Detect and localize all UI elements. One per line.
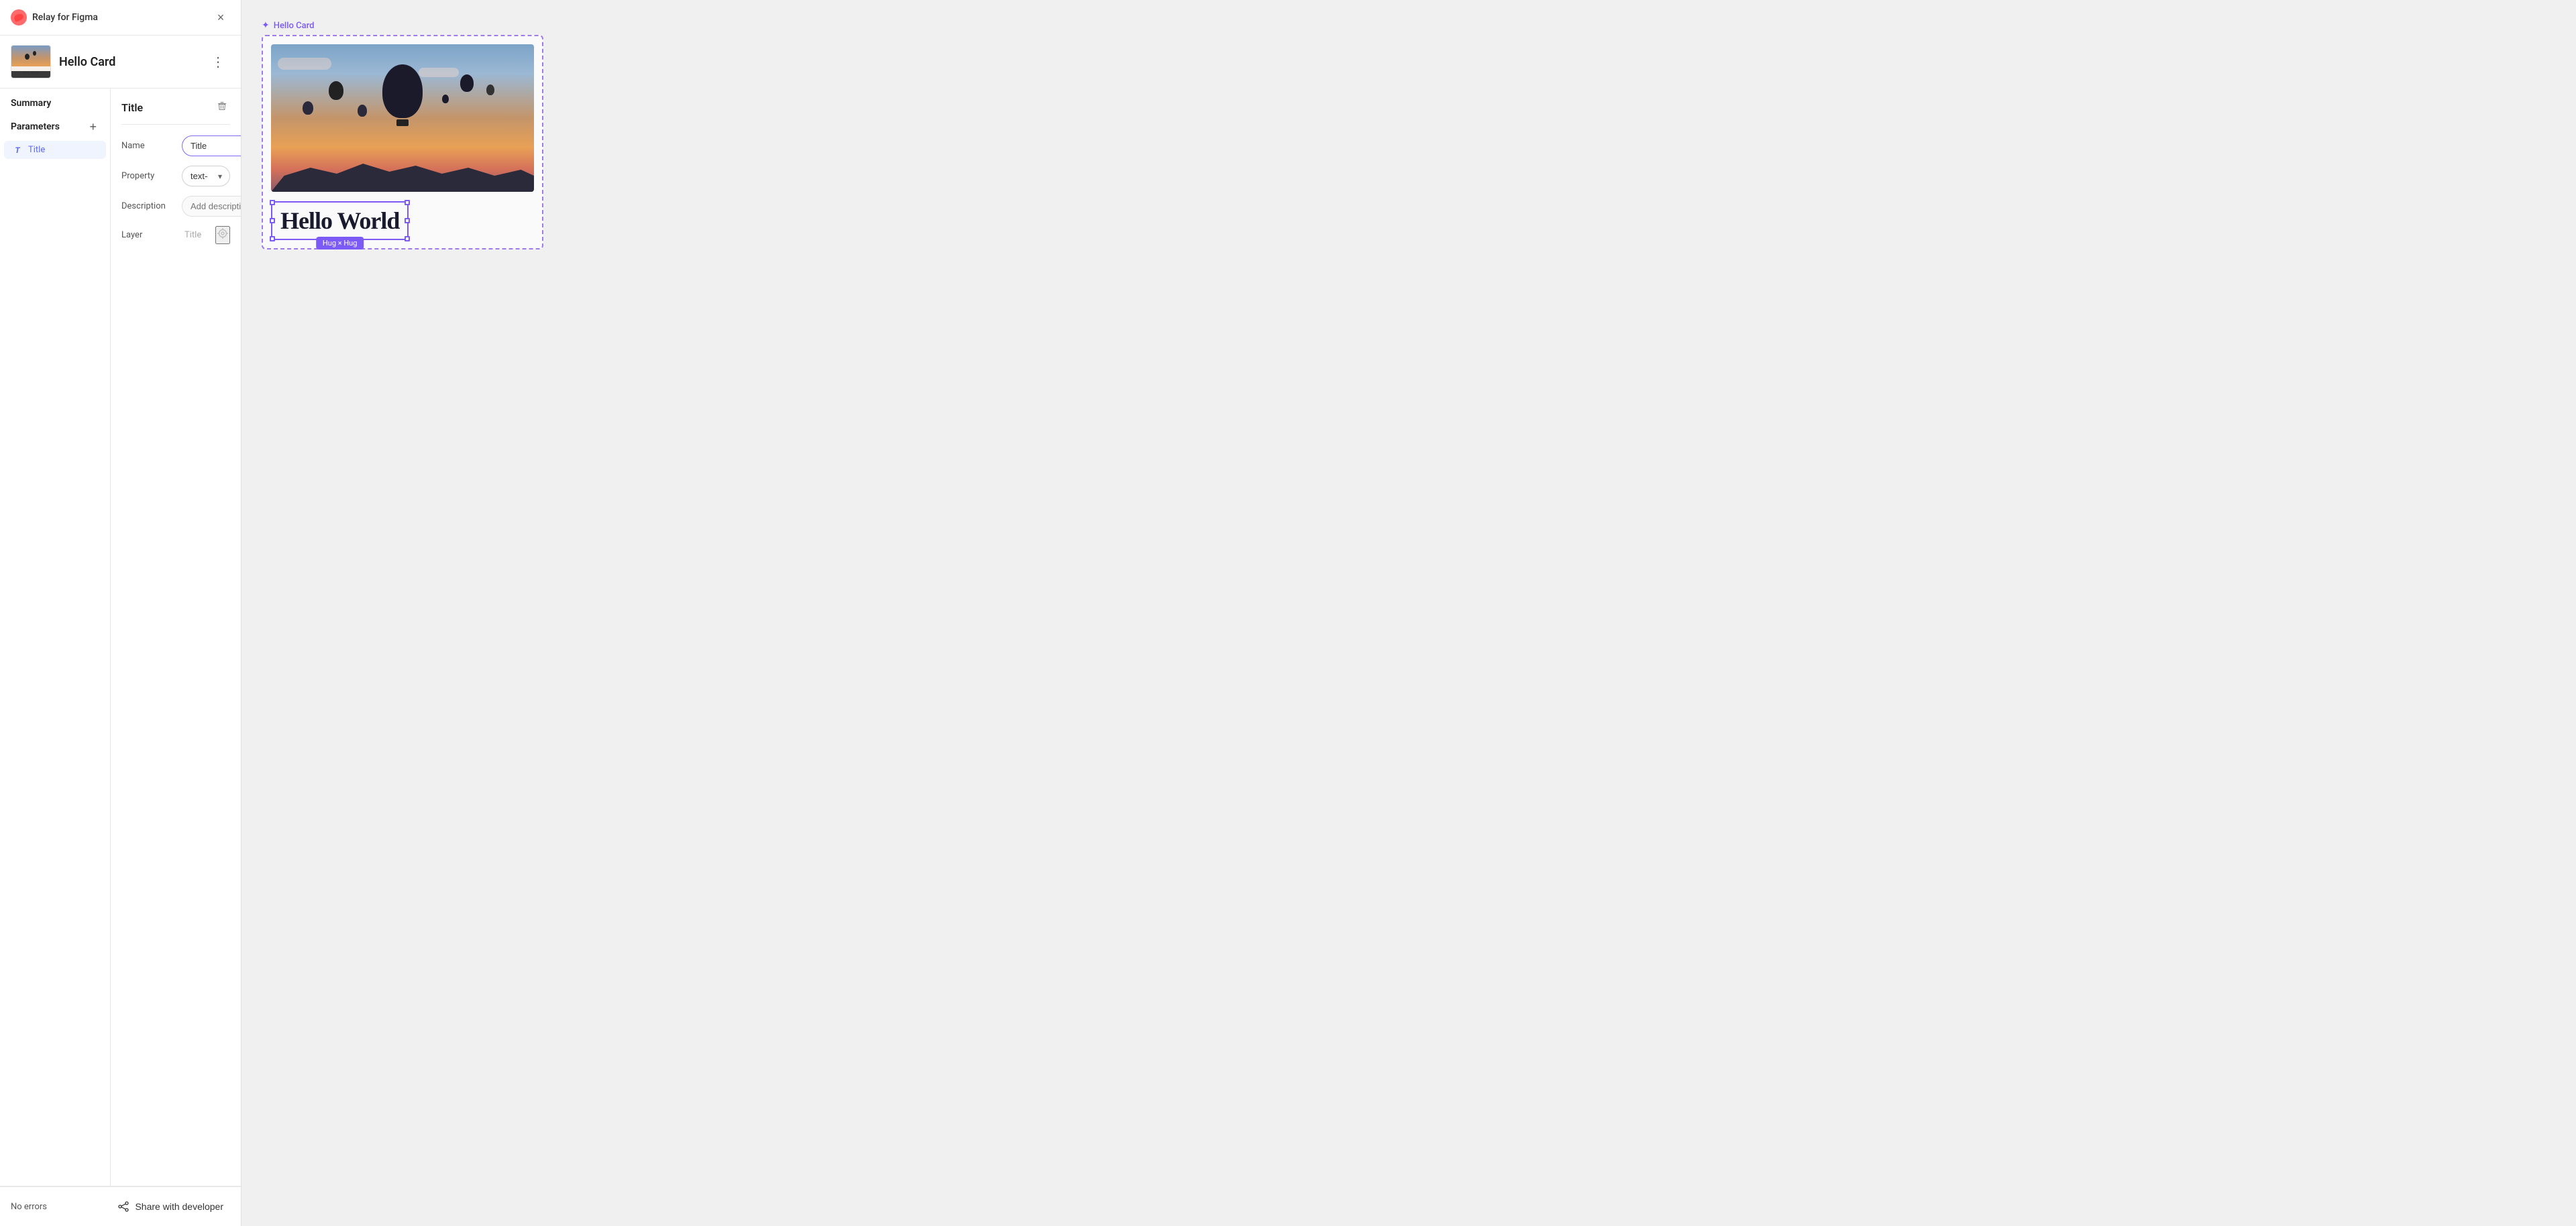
summary-section-title: Summary [0, 89, 110, 114]
thumb-balloon-2 [33, 51, 36, 56]
mountain-silhouette [271, 152, 534, 192]
detail-column: Title Name [111, 89, 241, 1186]
property-select[interactable]: text-content visible style [182, 166, 230, 186]
balloon-left-1 [329, 81, 343, 100]
balloon-center-1-body [358, 105, 367, 117]
param-item-label: Title [28, 145, 45, 155]
balloon-right-1 [460, 74, 474, 92]
property-select-wrap: text-content visible style ▾ [182, 166, 230, 186]
share-label: Share with developer [135, 1201, 223, 1212]
handle-top-left [270, 200, 275, 205]
balloon-right-1-body [460, 74, 474, 92]
description-label: Description [121, 201, 175, 211]
hug-badge: Hug × Hug [316, 237, 364, 249]
relay-logo-icon [11, 9, 27, 25]
sky-gradient [271, 44, 534, 192]
crosshair-icon [217, 227, 229, 239]
cloud-1 [278, 58, 331, 70]
name-input[interactable] [182, 135, 241, 156]
balloon-main-basket [396, 119, 409, 126]
balloon-right-2-body [486, 85, 494, 95]
app-container: Relay for Figma × Hello World Hello Card… [0, 0, 2576, 1226]
component-thumbnail: Hello World [11, 45, 51, 78]
hello-world-box: Hello World Hug × Hug [271, 201, 409, 240]
panel-header: Relay for Figma × [0, 0, 241, 36]
balloon-left-2 [303, 101, 313, 115]
parameters-section-header: Parameters + [0, 114, 110, 140]
two-col-section: Summary Parameters + T Title Title [0, 89, 241, 1186]
relay-logo-shape [13, 13, 25, 22]
handle-mid-left [270, 218, 275, 223]
property-label: Property [121, 171, 175, 181]
balloon-left-2-body [303, 101, 313, 115]
app-title: Relay for Figma [32, 12, 98, 23]
balloon-right-3 [442, 95, 449, 103]
component-name: Hello Card [59, 55, 115, 69]
share-developer-button[interactable]: Share with developer [111, 1196, 230, 1217]
sidebar-column: Summary Parameters + T Title [0, 89, 111, 1186]
description-input[interactable] [182, 196, 241, 217]
share-icon [117, 1201, 129, 1213]
canvas-card: Hello World Hug × Hug [262, 35, 543, 249]
balloon-center-1 [358, 105, 367, 117]
detail-header: Title [121, 89, 230, 125]
name-label: Name [121, 141, 175, 151]
balloon-right-3-body [442, 95, 449, 103]
canvas-label-text: Hello Card [274, 21, 315, 31]
handle-bottom-right [405, 236, 410, 241]
thumb-balloon-1 [25, 54, 30, 60]
component-left: Hello World Hello Card [11, 45, 115, 78]
balloon-main [382, 64, 423, 126]
layer-target-button[interactable] [215, 226, 230, 244]
delete-parameter-button[interactable] [214, 98, 230, 117]
canvas-component-label: ✦ Hello Card [262, 20, 543, 31]
cloud-2 [419, 68, 459, 77]
property-field-row: Property text-content visible style ▾ [121, 166, 230, 186]
canvas-area: ✦ Hello Card [241, 0, 2576, 1226]
detail-title: Title [121, 101, 143, 114]
handle-mid-right [405, 218, 410, 223]
component-indicator-icon: ✦ [262, 20, 270, 31]
left-panel: Relay for Figma × Hello World Hello Card… [0, 0, 241, 1226]
card-text-area: Hello World Hug × Hug [271, 201, 409, 240]
header-left: Relay for Figma [11, 9, 98, 25]
param-type-icon: T [12, 146, 23, 155]
thumb-sky [11, 46, 50, 66]
param-item-title[interactable]: T Title [4, 141, 106, 159]
layer-label: Layer [121, 230, 175, 240]
balloon-main-body [382, 64, 423, 118]
handle-bottom-left [270, 236, 275, 241]
hello-world-text: Hello World [280, 207, 399, 234]
canvas-component-wrapper: ✦ Hello Card [262, 20, 543, 249]
layer-value: Title [182, 230, 209, 240]
balloon-left-1-body [329, 81, 343, 100]
balloon-right-2 [486, 85, 494, 95]
name-field-row: Name [121, 135, 230, 156]
layer-field-row: Layer Title [121, 226, 230, 244]
add-parameter-button[interactable]: + [87, 119, 99, 134]
handle-top-right [405, 200, 410, 205]
thumb-hello-text: Hello World [22, 71, 40, 75]
description-field-row: Description [121, 196, 230, 217]
no-errors-label: No errors [11, 1202, 47, 1212]
close-button[interactable]: × [211, 8, 230, 27]
component-info-bar: Hello World Hello Card ⋮ [0, 36, 241, 89]
trash-icon [217, 101, 227, 111]
panel-footer: No errors Share with developer [0, 1186, 241, 1226]
more-options-button[interactable]: ⋮ [206, 51, 230, 73]
parameters-label: Parameters [11, 121, 60, 132]
card-image-area [271, 44, 534, 192]
